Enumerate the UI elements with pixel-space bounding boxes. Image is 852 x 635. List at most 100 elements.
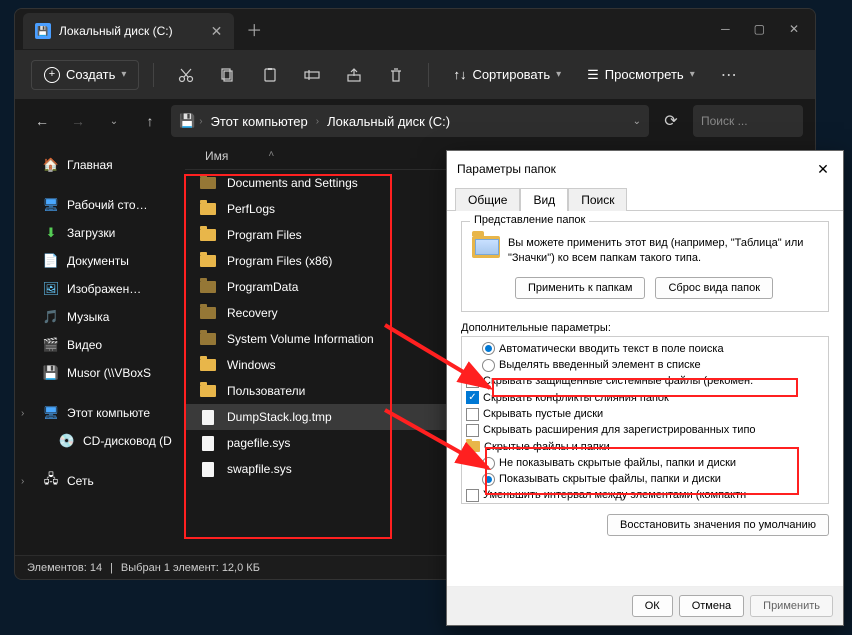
checkbox-icon[interactable]: ✓ xyxy=(466,391,479,404)
apply-to-folders-button[interactable]: Применить к папкам xyxy=(515,277,646,299)
restore-defaults-button[interactable]: Восстановить значения по умолчанию xyxy=(607,514,829,536)
drive-icon: 💾 xyxy=(179,113,195,129)
back-button[interactable]: ← xyxy=(27,106,57,136)
radio-icon[interactable] xyxy=(482,359,495,372)
close-window-icon[interactable]: ✕ xyxy=(789,22,799,36)
documents-icon: 📄 xyxy=(43,253,59,269)
adv-hide-ext[interactable]: Скрывать расширения для зарегистрированн… xyxy=(464,422,826,438)
sidebar-item-thispc[interactable]: › 🖥 Этот компьюте xyxy=(19,399,181,427)
checkbox-icon[interactable] xyxy=(466,424,479,437)
folder-views-group: Представление папок Вы можете применить … xyxy=(461,221,829,312)
tab-general[interactable]: Общие xyxy=(455,188,520,211)
checkbox-icon[interactable] xyxy=(466,489,479,502)
tab-view[interactable]: Вид xyxy=(520,188,568,211)
adv-auto-type[interactable]: Автоматически вводить текст в поле поиск… xyxy=(464,341,826,357)
chevron-right-icon[interactable]: › xyxy=(21,408,24,419)
up-button[interactable]: ↑ xyxy=(135,106,165,136)
folder-icon xyxy=(199,305,217,321)
new-button[interactable]: + Создать ▾ xyxy=(31,60,139,90)
more-button[interactable]: ⋯ xyxy=(711,57,747,93)
adv-hide-merge[interactable]: ✓Скрывать конфликты слияния папок xyxy=(464,390,826,406)
radio-icon[interactable] xyxy=(482,457,495,470)
sidebar-label: Загрузки xyxy=(67,226,115,240)
sort-icon: ↑↓ xyxy=(453,67,466,82)
navigation-row: ← → ⌄ ↑ 💾 › Этот компьютер › Локальный д… xyxy=(15,99,815,143)
maximize-icon[interactable]: ▢ xyxy=(754,22,765,36)
adv-hidden-off[interactable]: Не показывать скрытые файлы, папки и дис… xyxy=(464,455,826,471)
sidebar-item-documents[interactable]: 📄 Документы xyxy=(19,247,181,275)
apply-button[interactable]: Применить xyxy=(750,595,833,617)
sidebar-item-cdrom[interactable]: 💿CD-дисковод (D xyxy=(19,427,181,455)
radio-icon[interactable] xyxy=(482,473,495,486)
rename-button[interactable] xyxy=(294,57,330,93)
minimize-icon[interactable]: ─ xyxy=(721,22,730,36)
status-sep: | xyxy=(110,562,113,574)
file-name: Пользователи xyxy=(227,384,305,398)
cancel-button[interactable]: Отмена xyxy=(679,595,744,617)
new-button-label: Создать xyxy=(66,67,115,82)
adv-hide-protected[interactable]: Скрывать защищенные системные файлы (рек… xyxy=(464,373,826,389)
advanced-label: Дополнительные параметры: xyxy=(461,322,829,334)
address-bar[interactable]: 💾 › Этот компьютер › Локальный диск (C:)… xyxy=(171,105,649,137)
adv-hidden-on[interactable]: Показывать скрытые файлы, папки и диски xyxy=(464,471,826,487)
chevron-down-icon[interactable]: ⌄ xyxy=(633,116,641,127)
delete-button[interactable] xyxy=(378,57,414,93)
cut-button[interactable] xyxy=(168,57,204,93)
sort-dropdown[interactable]: ↑↓ Сортировать ▾ xyxy=(443,61,571,88)
chevron-down-icon: ▾ xyxy=(556,69,561,80)
sidebar-item-home[interactable]: 🏠Главная xyxy=(19,151,181,179)
sidebar-item-desktop[interactable]: 🖥 Рабочий сто… xyxy=(19,191,181,219)
forward-button[interactable]: → xyxy=(63,106,93,136)
music-icon: 🎵 xyxy=(43,309,59,325)
sidebar-label: Документы xyxy=(67,254,129,268)
sidebar-item-network[interactable]: ›🖧Сеть xyxy=(19,467,181,495)
pictures-icon: 🖼 xyxy=(43,281,59,297)
close-icon[interactable]: ✕ xyxy=(813,159,833,179)
folder-icon xyxy=(199,175,217,191)
sidebar: 🏠Главная 🖥 Рабочий сто… ⬇Загрузки 📄 Докуме… xyxy=(15,143,185,555)
paste-button[interactable] xyxy=(252,57,288,93)
sidebar-label: Сеть xyxy=(67,474,94,488)
adv-compact[interactable]: Уменьшить интервал между элементами (ком… xyxy=(464,487,826,503)
window-controls: ─ ▢ ✕ xyxy=(721,22,815,36)
view-dropdown[interactable]: ☰ Просмотреть ▾ xyxy=(577,61,705,89)
group-text: Вы можете применить этот вид (например, … xyxy=(508,236,818,267)
breadcrumb-root[interactable]: Этот компьютер xyxy=(207,112,312,131)
new-tab-button[interactable]: ＋ xyxy=(246,17,262,41)
sidebar-label: Рабочий сто… xyxy=(67,198,148,212)
tab-search[interactable]: Поиск xyxy=(568,188,627,211)
disc-icon: 💿 xyxy=(59,433,75,449)
recent-dropdown[interactable]: ⌄ xyxy=(99,106,129,136)
sidebar-label: Musor (\\VBoxS xyxy=(67,366,151,380)
chevron-right-icon[interactable]: › xyxy=(21,476,24,487)
sidebar-item-downloads[interactable]: ⬇Загрузки xyxy=(19,219,181,247)
sidebar-item-music[interactable]: 🎵Музыка xyxy=(19,303,181,331)
computer-icon: 🖥 xyxy=(43,405,59,421)
ok-button[interactable]: ОК xyxy=(632,595,673,617)
dialog-tabs: Общие Вид Поиск xyxy=(447,187,843,210)
close-tab-icon[interactable]: ✕ xyxy=(211,23,223,40)
advanced-settings-list[interactable]: Автоматически вводить текст в поле поиск… xyxy=(461,336,829,504)
adv-hide-empty[interactable]: Скрывать пустые диски xyxy=(464,406,826,422)
file-icon xyxy=(199,435,217,451)
sidebar-item-musor[interactable]: 💾Musor (\\VBoxS xyxy=(19,359,181,387)
breadcrumb-drive[interactable]: Локальный диск (C:) xyxy=(323,112,454,131)
sidebar-item-pictures[interactable]: 🖼Изображен… xyxy=(19,275,181,303)
sidebar-item-videos[interactable]: 🎬Видео xyxy=(19,331,181,359)
view-icon: ☰ xyxy=(587,67,599,83)
radio-icon[interactable] xyxy=(482,342,495,355)
adv-select-typed[interactable]: Выделять введенный элемент в списке xyxy=(464,357,826,373)
desktop-icon: 🖥 xyxy=(43,197,59,213)
copy-button[interactable] xyxy=(210,57,246,93)
column-name[interactable]: Имя xyxy=(205,149,228,163)
active-tab[interactable]: 💾 Локальный диск (C:) ✕ xyxy=(23,13,234,49)
checkbox-icon[interactable] xyxy=(466,408,479,421)
share-button[interactable] xyxy=(336,57,372,93)
reset-folders-button[interactable]: Сброс вида папок xyxy=(655,277,773,299)
chevron-down-icon: ▾ xyxy=(690,69,695,80)
refresh-button[interactable]: ⟳ xyxy=(655,105,687,137)
adv-label: Скрывать пустые диски xyxy=(483,407,603,421)
sidebar-label: Этот компьюте xyxy=(67,406,150,420)
checkbox-icon[interactable] xyxy=(466,375,479,388)
search-input[interactable]: Поиск ... xyxy=(693,105,803,137)
